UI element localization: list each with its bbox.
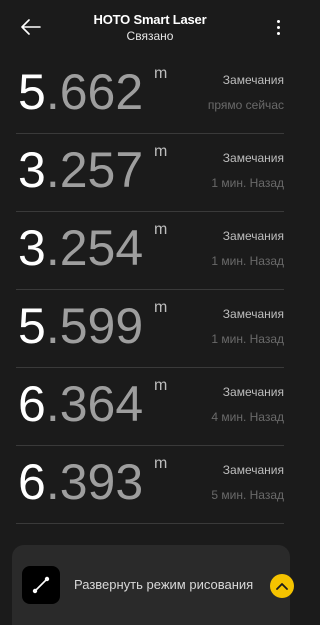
measurement-unit: m bbox=[154, 377, 168, 394]
measurement-row[interactable]: 3.257 m Замечания 1 мин. Назад bbox=[16, 134, 284, 212]
value-integer: 5 bbox=[18, 64, 46, 120]
chevron-up-icon bbox=[276, 583, 288, 590]
value-integer: 6 bbox=[18, 376, 46, 432]
measurement-time: 1 мин. Назад bbox=[211, 332, 284, 346]
drawing-mode-sheet[interactable]: Развернуть режим рисования bbox=[12, 545, 294, 625]
value-decimal: .364 bbox=[45, 376, 144, 432]
connection-status: Связано bbox=[126, 29, 174, 43]
measurement-time: 1 мин. Назад bbox=[211, 176, 284, 190]
value-integer: 3 bbox=[18, 220, 46, 276]
measurement-unit: m bbox=[154, 143, 168, 160]
measurement-time: 5 мин. Назад bbox=[211, 488, 284, 502]
notes-link[interactable]: Замечания bbox=[223, 229, 284, 243]
measurement-list: 5.662 m Замечания прямо сейчас 3.257 m З… bbox=[0, 56, 300, 524]
notes-link[interactable]: Замечания bbox=[223, 385, 284, 399]
drawing-mode-label: Развернуть режим рисования bbox=[74, 577, 254, 592]
measurement-row[interactable]: 3.254 m Замечания 1 мин. Назад bbox=[16, 212, 284, 290]
measurement-value: 3.254 bbox=[18, 218, 143, 278]
measurement-row[interactable]: 6.364 m Замечания 4 мин. Назад bbox=[16, 368, 284, 446]
measurement-value: 5.662 bbox=[18, 62, 143, 122]
back-button[interactable] bbox=[14, 12, 48, 42]
measurement-row[interactable]: 6.393 m Замечания 5 мин. Назад bbox=[16, 446, 284, 524]
expand-button[interactable] bbox=[270, 574, 294, 598]
measurement-unit: m bbox=[154, 455, 168, 472]
notes-link[interactable]: Замечания bbox=[223, 73, 284, 87]
notes-link[interactable]: Замечания bbox=[223, 151, 284, 165]
device-title: HOTO Smart Laser bbox=[93, 12, 207, 27]
arrow-left-icon bbox=[21, 19, 41, 35]
measurement-unit: m bbox=[154, 299, 168, 316]
drawing-mode-icon-tile[interactable] bbox=[22, 566, 60, 604]
title-block: HOTO Smart Laser Связано bbox=[60, 12, 240, 45]
value-integer: 5 bbox=[18, 298, 46, 354]
value-decimal: .257 bbox=[45, 142, 144, 198]
more-menu-button[interactable] bbox=[270, 14, 286, 40]
measurement-row[interactable]: 5.599 m Замечания 1 мин. Назад bbox=[16, 290, 284, 368]
notes-link[interactable]: Замечания bbox=[223, 307, 284, 321]
value-decimal: .254 bbox=[45, 220, 144, 276]
measurement-unit: m bbox=[154, 221, 168, 238]
measurement-value: 6.364 bbox=[18, 374, 143, 434]
measurement-time: прямо сейчас bbox=[207, 98, 284, 112]
measurement-time: 4 мин. Назад bbox=[211, 410, 284, 424]
value-decimal: .393 bbox=[45, 454, 144, 510]
measurement-value: 3.257 bbox=[18, 140, 143, 200]
kebab-menu-icon bbox=[276, 19, 280, 23]
value-integer: 3 bbox=[18, 142, 46, 198]
line-segment-icon bbox=[32, 576, 50, 594]
value-integer: 6 bbox=[18, 454, 46, 510]
measurement-value: 6.393 bbox=[18, 452, 143, 512]
measurement-unit: m bbox=[154, 65, 168, 82]
notes-link[interactable]: Замечания bbox=[223, 463, 284, 477]
measurement-value: 5.599 bbox=[18, 296, 143, 356]
measurement-row[interactable]: 5.662 m Замечания прямо сейчас bbox=[16, 56, 284, 134]
value-decimal: .599 bbox=[45, 298, 144, 354]
measurement-time: 1 мин. Назад bbox=[211, 254, 284, 268]
value-decimal: .662 bbox=[45, 64, 144, 120]
top-bar: HOTO Smart Laser Связано bbox=[0, 0, 300, 56]
